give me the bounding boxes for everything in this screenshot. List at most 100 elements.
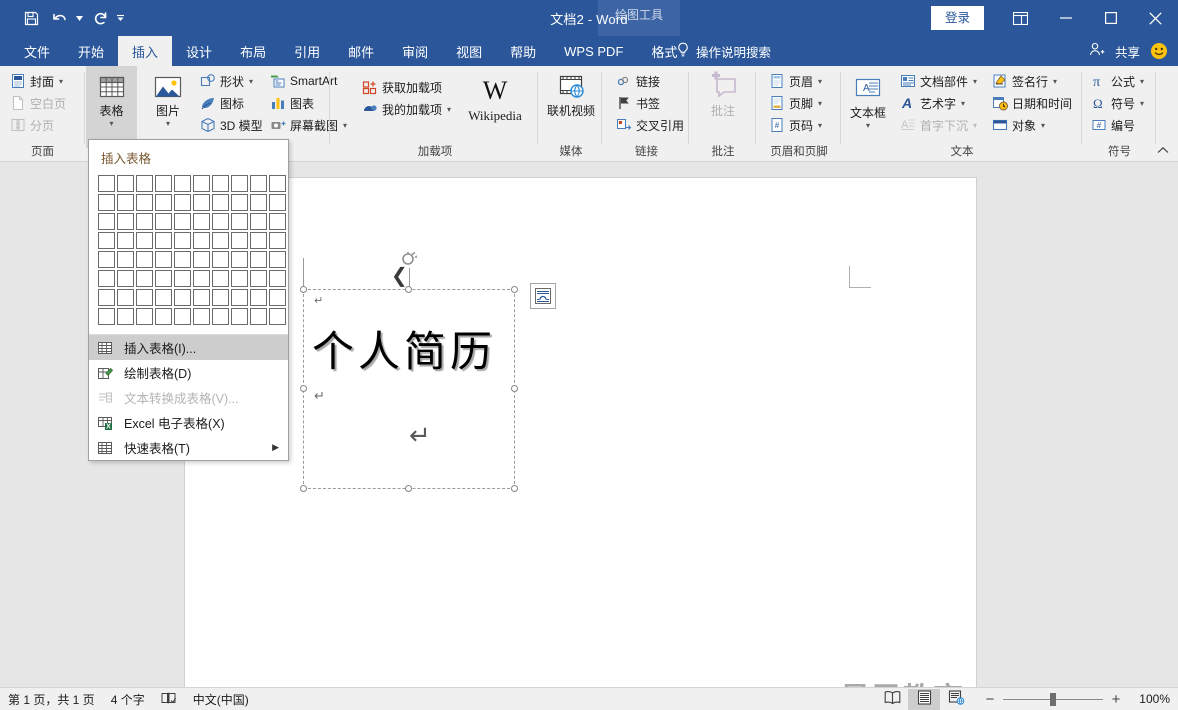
new-comment-button[interactable]: 批注 xyxy=(690,66,756,144)
maximize-icon[interactable] xyxy=(1088,0,1133,36)
chevron-down-icon[interactable]: ▾ xyxy=(818,77,822,86)
table-grid-cell[interactable] xyxy=(155,270,172,287)
chevron-up-icon[interactable] xyxy=(1154,141,1172,159)
table-grid-cell[interactable] xyxy=(231,251,248,268)
table-grid-cell[interactable] xyxy=(212,308,229,325)
chevron-down-icon[interactable]: ▾ xyxy=(1053,77,1057,86)
table-grid-cell[interactable] xyxy=(212,194,229,211)
table-grid-cell[interactable] xyxy=(212,175,229,192)
chevron-down-icon[interactable]: ▾ xyxy=(166,119,170,128)
table-grid-cell[interactable] xyxy=(250,270,267,287)
table-grid-cell[interactable] xyxy=(98,308,115,325)
table-size-picker[interactable] xyxy=(89,173,288,334)
word-count[interactable]: 4 个字 xyxy=(111,691,145,708)
table-grid-cell[interactable] xyxy=(155,289,172,306)
table-grid-cell[interactable] xyxy=(212,213,229,230)
icons-button[interactable]: 图标 xyxy=(196,92,267,114)
chevron-down-icon[interactable]: ▾ xyxy=(866,121,870,130)
ribbon-display-options-icon[interactable] xyxy=(998,0,1043,36)
table-grid-cell[interactable] xyxy=(250,251,267,268)
share-label[interactable]: 共享 xyxy=(1115,42,1140,61)
tab-layout[interactable]: 布局 xyxy=(226,36,280,66)
proofing-icon[interactable] xyxy=(161,691,177,708)
table-grid-cell[interactable] xyxy=(136,213,153,230)
zoom-slider[interactable] xyxy=(1003,692,1103,706)
resize-handle-nw[interactable] xyxy=(300,286,307,293)
header-button[interactable]: 页眉 ▾ xyxy=(765,70,826,92)
table-grid-cell[interactable] xyxy=(98,251,115,268)
pictures-button[interactable]: 图片 ▾ xyxy=(144,66,192,148)
table-grid-cell[interactable] xyxy=(269,213,286,230)
footer-button[interactable]: 页脚 ▾ xyxy=(765,92,826,114)
table-grid-cell[interactable] xyxy=(231,175,248,192)
table-grid-cell[interactable] xyxy=(117,270,134,287)
chevron-down-icon[interactable]: ▾ xyxy=(818,99,822,108)
menu-item-convert-text-to-table[interactable]: 文本转换成表格(V)... xyxy=(89,385,288,410)
quick-parts-button[interactable]: 文档部件 ▾ xyxy=(896,70,981,92)
table-grid-cell[interactable] xyxy=(174,194,191,211)
shapes-button[interactable]: 形状 ▾ xyxy=(196,70,267,92)
table-grid-cell[interactable] xyxy=(174,213,191,230)
table-grid-cell[interactable] xyxy=(174,308,191,325)
number-button[interactable]: # 编号 xyxy=(1087,114,1148,136)
table-grid-cell[interactable] xyxy=(117,232,134,249)
table-grid-cell[interactable] xyxy=(212,270,229,287)
person-add-icon[interactable] xyxy=(1089,42,1105,60)
table-grid-cell[interactable] xyxy=(136,270,153,287)
cross-reference-button[interactable]: 交叉引用 xyxy=(612,114,688,136)
table-grid-cell[interactable] xyxy=(231,194,248,211)
link-button[interactable]: 链接 xyxy=(612,70,688,92)
resize-handle-ne[interactable] xyxy=(511,286,518,293)
tab-view[interactable]: 视图 xyxy=(442,36,496,66)
table-grid-cell[interactable] xyxy=(155,213,172,230)
smiley-icon[interactable] xyxy=(1150,42,1168,60)
table-grid-cell[interactable] xyxy=(212,251,229,268)
table-grid-cell[interactable] xyxy=(155,232,172,249)
page-break-button[interactable]: 分页 xyxy=(6,114,70,136)
table-grid-cell[interactable] xyxy=(269,194,286,211)
resize-handle-e[interactable] xyxy=(511,385,518,392)
tab-home[interactable]: 开始 xyxy=(64,36,118,66)
table-grid-cell[interactable] xyxy=(155,308,172,325)
menu-item-quick-tables[interactable]: 快速表格(T) ▶ xyxy=(89,435,288,460)
chevron-down-icon[interactable]: ▾ xyxy=(249,77,253,86)
cover-page-button[interactable]: 封面 ▾ xyxy=(6,70,70,92)
chevron-down-icon[interactable]: ▾ xyxy=(447,105,451,114)
document-page[interactable]: ↵ 个人简历 ↵ ↵ ❮ 最需教育 xyxy=(185,178,976,687)
date-time-button[interactable]: 日期和时间 xyxy=(988,92,1076,114)
chevron-down-icon[interactable]: ▾ xyxy=(109,119,113,128)
insert-table-dropdown-menu[interactable]: 插入表格 插入表格(I)... 绘制表格(D) 文本转换成表格(V)... X … xyxy=(88,139,289,461)
minimize-icon[interactable] xyxy=(1043,0,1088,36)
table-grid-cell[interactable] xyxy=(174,175,191,192)
menu-item-excel-spreadsheet[interactable]: X Excel 电子表格(X) xyxy=(89,410,288,435)
table-grid-cell[interactable] xyxy=(250,175,267,192)
zoom-in-button[interactable]: + xyxy=(1110,692,1122,707)
my-addins-button[interactable]: 我的加载项 ▾ xyxy=(358,98,455,120)
sign-in-button[interactable]: 登录 xyxy=(930,5,984,31)
table-grid-cell[interactable] xyxy=(117,289,134,306)
table-grid-cell[interactable] xyxy=(174,232,191,249)
table-grid-cell[interactable] xyxy=(155,175,172,192)
chevron-down-icon[interactable]: ▾ xyxy=(59,77,63,86)
table-grid-cell[interactable] xyxy=(269,270,286,287)
table-grid-cell[interactable] xyxy=(136,289,153,306)
layout-options-icon[interactable] xyxy=(530,283,556,309)
resize-handle-s[interactable] xyxy=(405,485,412,492)
symbol-button[interactable]: Ω 符号 ▾ xyxy=(1087,92,1148,114)
zoom-out-button[interactable]: − xyxy=(984,692,996,707)
table-grid-cell[interactable] xyxy=(231,270,248,287)
table-grid-cell[interactable] xyxy=(193,194,210,211)
table-grid-cell[interactable] xyxy=(136,175,153,192)
zoom-percentage[interactable]: 100% xyxy=(1132,692,1170,706)
table-grid-cell[interactable] xyxy=(231,308,248,325)
tab-design[interactable]: 设计 xyxy=(172,36,226,66)
tell-me-search[interactable]: 操作说明搜索 xyxy=(676,36,771,66)
tab-wps-pdf[interactable]: WPS PDF xyxy=(550,36,637,66)
table-grid-cell[interactable] xyxy=(98,289,115,306)
insert-table-button[interactable]: 表格 ▾ xyxy=(86,66,137,148)
table-grid-cell[interactable] xyxy=(212,232,229,249)
wikipedia-button[interactable]: W Wikipedia xyxy=(460,70,530,148)
table-grid-cell[interactable] xyxy=(117,251,134,268)
equation-button[interactable]: π 公式 ▾ xyxy=(1087,70,1148,92)
resize-handle-se[interactable] xyxy=(511,485,518,492)
